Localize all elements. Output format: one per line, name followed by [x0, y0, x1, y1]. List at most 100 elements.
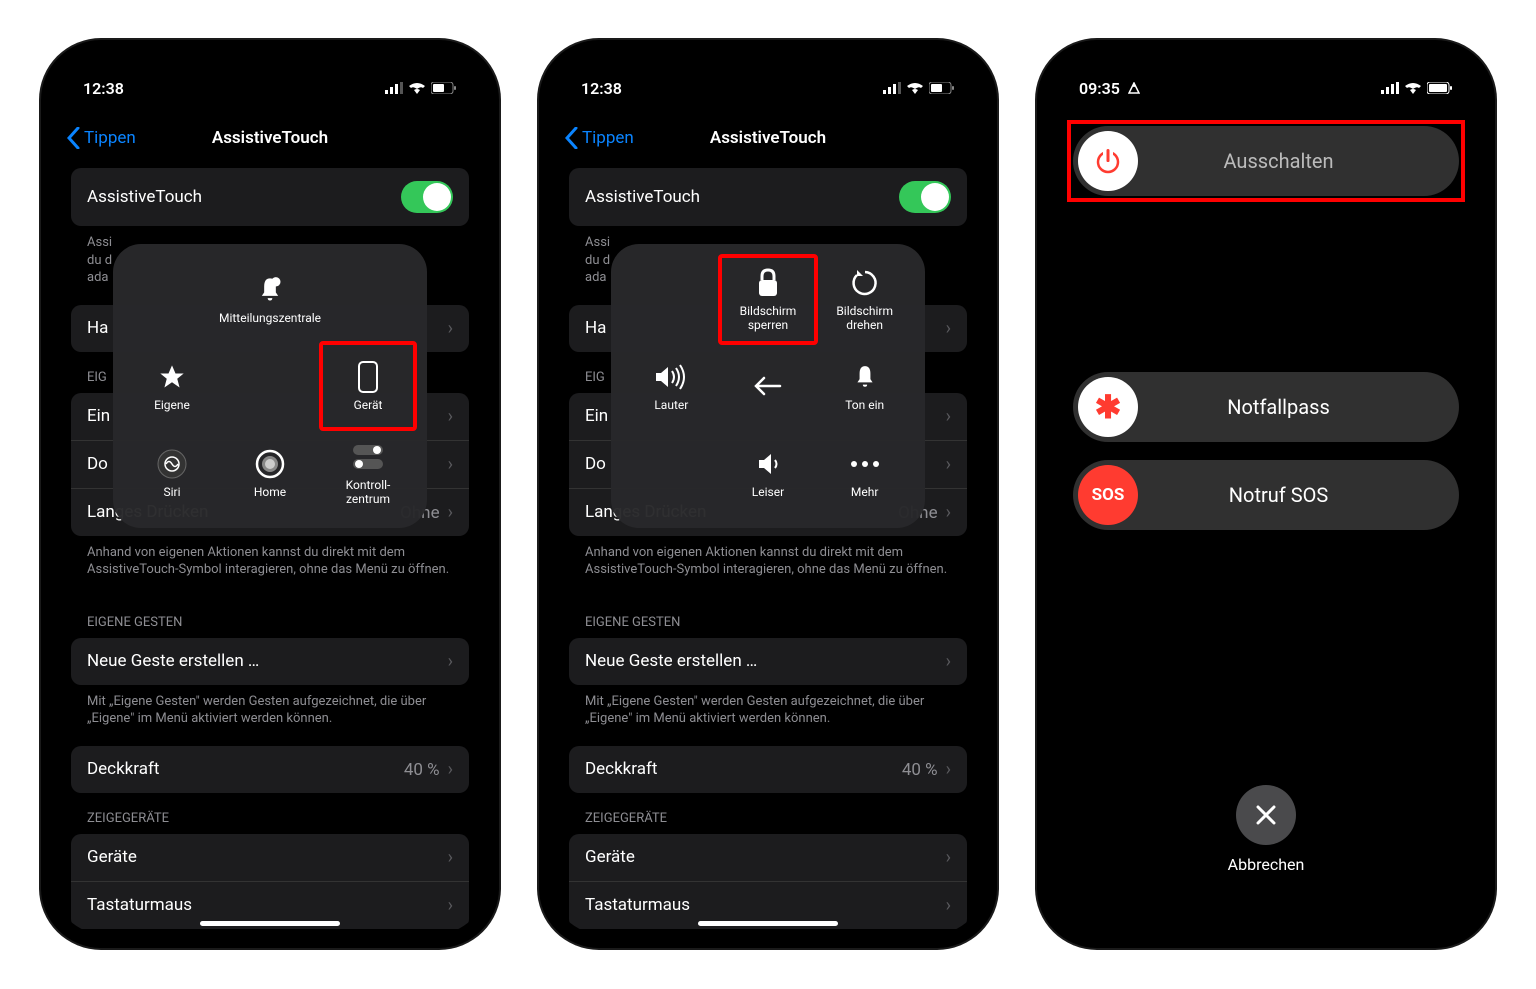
- notch: [678, 40, 858, 68]
- battery-icon: [431, 79, 457, 98]
- medical-id-slider[interactable]: ✱ Notfallpass: [1073, 372, 1459, 442]
- more-icon: [848, 447, 882, 481]
- footer-text: Anhand von eigenen Aktionen kannst du di…: [569, 536, 967, 597]
- phone-icon: [351, 360, 385, 394]
- devices-cell[interactable]: Geräte ›: [71, 834, 469, 881]
- notch: [1176, 40, 1356, 68]
- menu-label: Mehr: [851, 485, 879, 499]
- chevron-right-icon: ›: [448, 454, 453, 475]
- menu-item-device[interactable]: Gerät: [319, 341, 417, 432]
- nav-header: Tippen AssistiveTouch: [553, 108, 983, 168]
- toggle-on[interactable]: [401, 181, 453, 213]
- menu-item-custom[interactable]: Eigene: [125, 343, 219, 430]
- cell-label: Deckkraft: [585, 759, 657, 779]
- devices-cell[interactable]: Geräte ›: [569, 834, 967, 881]
- siri-icon: [155, 447, 189, 481]
- home-button-icon: [253, 447, 287, 481]
- menu-item-rotate[interactable]: Bildschirm drehen: [816, 256, 913, 343]
- menu-item-volume-down[interactable]: Leiser: [720, 429, 817, 516]
- slider-label: Ausschalten: [1138, 149, 1459, 173]
- chevron-right-icon: ›: [448, 651, 453, 672]
- menu-item-volume-up[interactable]: Lauter: [623, 343, 720, 430]
- chevron-right-icon: ›: [946, 651, 951, 672]
- cell-label: Neue Geste erstellen …: [585, 651, 757, 671]
- assistivetouch-device-menu[interactable]: Bildschirm sperren Bildschirm drehen Lau…: [611, 244, 925, 528]
- menu-item-notifications[interactable]: Mitteilungszentrale: [219, 256, 321, 343]
- phone-2: 12:38 Tippen AssistiveTouch AssistiveTou…: [539, 40, 997, 948]
- power-off-slider[interactable]: Ausschalten: [1073, 126, 1459, 196]
- opacity-cell[interactable]: Deckkraft 40 %›: [71, 746, 469, 793]
- cell-label: Geräte: [585, 847, 635, 867]
- assistivetouch-menu[interactable]: Mitteilungszentrale Eigene Gerät Siri: [113, 244, 427, 528]
- signal-icon: [1381, 79, 1399, 98]
- battery-icon: [1427, 79, 1453, 98]
- notch: [180, 40, 360, 68]
- sos-slider[interactable]: SOS Notruf SOS: [1073, 460, 1459, 530]
- wifi-icon: [907, 79, 923, 98]
- bell-icon: [848, 360, 882, 394]
- status-icons: [385, 79, 457, 98]
- chevron-right-icon: ›: [946, 847, 951, 868]
- chevron-right-icon: ›: [448, 318, 453, 339]
- cancel-label: Abbrechen: [1051, 855, 1481, 874]
- cancel-button[interactable]: [1236, 785, 1296, 845]
- menu-label: Gerät: [354, 398, 383, 412]
- menu-item-lock-screen[interactable]: Bildschirm sperren: [718, 254, 819, 345]
- menu-item-home[interactable]: Home: [219, 429, 321, 516]
- new-gesture-cell[interactable]: Neue Geste erstellen … ›: [71, 638, 469, 685]
- slider-label: Notfallpass: [1138, 395, 1459, 419]
- phone-3: 09:35 Ausschalten ✱ Notfallpass: [1037, 40, 1495, 948]
- nav-header: Tippen AssistiveTouch: [55, 108, 485, 168]
- back-button[interactable]: Tippen: [565, 127, 634, 149]
- status-time: 12:38: [581, 79, 622, 98]
- signal-icon: [385, 79, 403, 98]
- control-center-icon: [351, 440, 385, 474]
- home-indicator[interactable]: [200, 921, 340, 926]
- menu-label: Bildschirm drehen: [836, 304, 893, 332]
- menu-label: Mitteilungszentrale: [219, 311, 321, 325]
- new-gesture-cell[interactable]: Neue Geste erstellen … ›: [569, 638, 967, 685]
- back-button[interactable]: Tippen: [67, 127, 136, 149]
- chevron-right-icon: ›: [946, 895, 951, 916]
- volume-down-icon: [751, 447, 785, 481]
- menu-label: Home: [254, 485, 286, 499]
- power-off-slider-highlight: Ausschalten: [1067, 120, 1465, 202]
- medical-id-icon-knob[interactable]: ✱: [1078, 377, 1138, 437]
- menu-item-control-center[interactable]: Kontroll- zentrum: [321, 429, 415, 516]
- sos-icon-knob[interactable]: SOS: [1078, 465, 1138, 525]
- assistivetouch-toggle-cell[interactable]: AssistiveTouch: [71, 168, 469, 226]
- slider-label: Notruf SOS: [1138, 483, 1459, 507]
- menu-label: Siri: [163, 485, 180, 499]
- star-icon: [155, 360, 189, 394]
- cell-label: Geräte: [87, 847, 137, 867]
- battery-icon: [929, 79, 955, 98]
- menu-item-back[interactable]: [720, 343, 817, 430]
- menu-label: Ton ein: [845, 398, 884, 412]
- chevron-right-icon: ›: [946, 406, 951, 427]
- cell-label: Do: [585, 454, 606, 474]
- menu-item-more[interactable]: Mehr: [816, 429, 913, 516]
- opacity-cell[interactable]: Deckkraft 40 % ›: [569, 746, 967, 793]
- toggle-on[interactable]: [899, 181, 951, 213]
- home-indicator[interactable]: [698, 921, 838, 926]
- menu-item-sound-on[interactable]: Ton ein: [816, 343, 913, 430]
- chevron-right-icon: ›: [946, 454, 951, 475]
- power-icon-knob[interactable]: [1078, 131, 1138, 191]
- cell-label: Ha: [87, 318, 108, 338]
- assistivetouch-toggle-cell[interactable]: AssistiveTouch: [569, 168, 967, 226]
- lock-icon: [751, 266, 785, 300]
- chevron-right-icon: ›: [448, 895, 453, 916]
- phone-1: 12:38 Tippen AssistiveTouch: [41, 40, 499, 948]
- chevron-right-icon: ›: [946, 759, 951, 780]
- footer-text: Anhand von eigenen Aktionen kannst du di…: [71, 536, 469, 597]
- cell-label: AssistiveTouch: [585, 187, 700, 207]
- menu-label: Eigene: [154, 398, 190, 412]
- arrow-left-icon: [751, 369, 785, 403]
- cell-label: Tastaturmaus: [585, 895, 690, 915]
- cell-label: Ein: [585, 406, 608, 426]
- wifi-icon: [409, 79, 425, 98]
- menu-item-siri[interactable]: Siri: [125, 429, 219, 516]
- cell-value: 40 %: [902, 760, 938, 780]
- section-header: ZEIGEGERÄTE: [71, 793, 469, 834]
- cell-label: Do: [87, 454, 108, 474]
